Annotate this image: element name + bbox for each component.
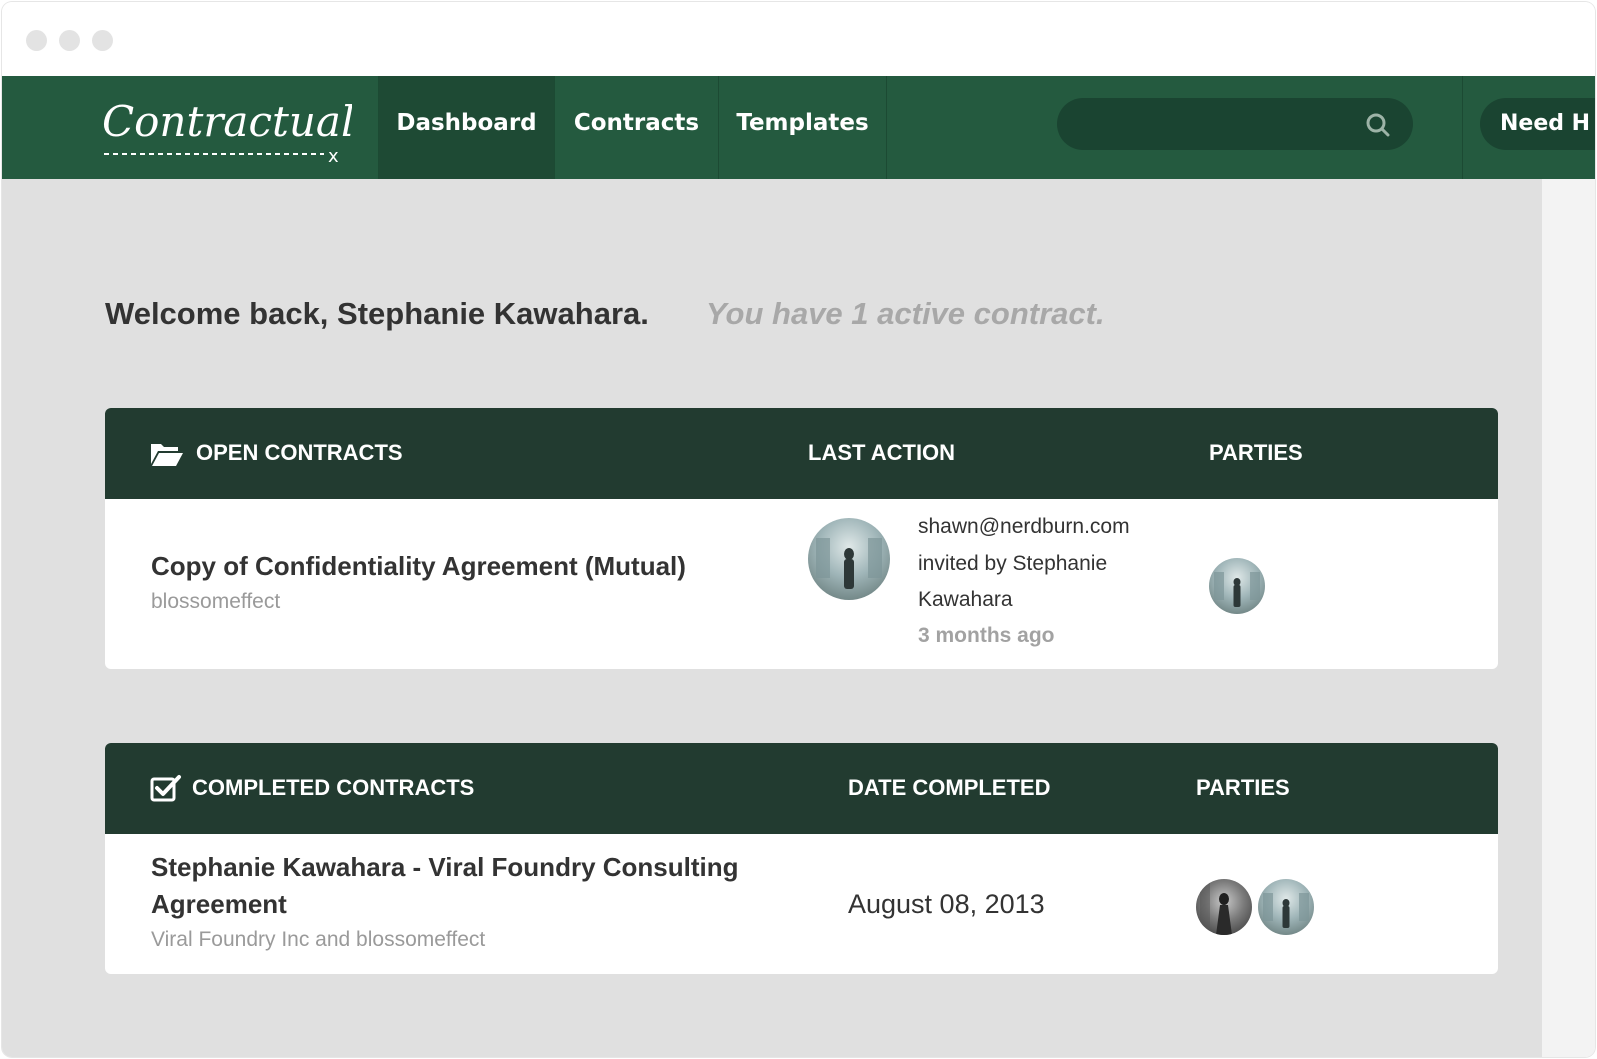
minimize-window-button[interactable] bbox=[59, 30, 80, 51]
window-titlebar bbox=[2, 2, 1595, 76]
contract-title-link[interactable]: Stephanie Kawahara - Viral Foundry Consu… bbox=[151, 849, 739, 886]
date-completed-header: DATE COMPLETED bbox=[848, 775, 1051, 800]
search-input[interactable] bbox=[1057, 98, 1371, 152]
party-avatar[interactable] bbox=[1209, 558, 1265, 614]
open-contracts-panel: OPEN CONTRACTS LAST ACTION PARTIES Copy … bbox=[105, 408, 1498, 669]
checkbox-checked-icon bbox=[150, 775, 181, 802]
tab-dashboard-label: Dashboard bbox=[396, 110, 537, 136]
help-button[interactable]: Need H bbox=[1480, 98, 1595, 150]
help-button-label: Need H bbox=[1500, 111, 1591, 136]
tab-contracts[interactable]: Contracts bbox=[554, 76, 718, 179]
last-action-header: LAST ACTION bbox=[808, 440, 956, 465]
completed-contracts-title: COMPLETED CONTRACTS bbox=[192, 775, 475, 800]
nav-divider bbox=[886, 76, 887, 179]
completed-contracts-panel: COMPLETED CONTRACTS DATE COMPLETED PARTI… bbox=[105, 743, 1498, 974]
maximize-window-button[interactable] bbox=[92, 30, 113, 51]
contract-parties-text: Viral Foundry Inc and blossomeffect bbox=[151, 928, 486, 951]
top-navbar: Contractually x Dashboard Contracts Temp… bbox=[2, 76, 1595, 179]
last-action-line: Kawahara bbox=[918, 588, 1013, 611]
parties-header: PARTIES bbox=[1196, 775, 1290, 800]
folder-open-icon bbox=[151, 444, 183, 466]
logo-wordmark: Contractually bbox=[102, 97, 352, 146]
welcome-heading: Welcome back, Stephanie Kawahara. bbox=[105, 296, 649, 331]
nav-divider bbox=[1462, 76, 1463, 179]
last-action-time: 3 months ago bbox=[918, 624, 1055, 647]
last-action-line: shawn@nerdburn.com bbox=[918, 515, 1130, 538]
contractually-logo[interactable]: Contractually x bbox=[102, 88, 393, 168]
contract-title-link-continued[interactable]: Agreement bbox=[151, 886, 287, 923]
contract-owner: blossomeffect bbox=[151, 590, 281, 613]
search-box bbox=[1057, 98, 1413, 152]
party-avatar[interactable] bbox=[1196, 879, 1252, 935]
logo-mark: x bbox=[328, 146, 339, 167]
date-completed: August 08, 2013 bbox=[848, 889, 1045, 919]
parties-header: PARTIES bbox=[1209, 440, 1303, 465]
tab-templates[interactable]: Templates bbox=[718, 76, 886, 179]
search-icon[interactable] bbox=[1365, 112, 1391, 138]
party-avatar[interactable] bbox=[1258, 879, 1314, 935]
contract-title-link[interactable]: Copy of Confidentiality Agreement (Mutua… bbox=[151, 548, 686, 585]
last-action-line: invited by Stephanie bbox=[918, 552, 1108, 575]
avatar[interactable] bbox=[808, 518, 890, 600]
open-contracts-title: OPEN CONTRACTS bbox=[196, 440, 403, 465]
tab-dashboard[interactable]: Dashboard bbox=[378, 76, 554, 179]
open-contracts-header: OPEN CONTRACTS LAST ACTION PARTIES bbox=[105, 408, 1498, 499]
completed-contracts-header: COMPLETED CONTRACTS DATE COMPLETED PARTI… bbox=[105, 743, 1498, 834]
close-window-button[interactable] bbox=[26, 30, 47, 51]
browser-window: Contractually x Dashboard Contracts Temp… bbox=[2, 2, 1595, 1057]
active-contracts-status: You have 1 active contract. bbox=[706, 296, 1105, 331]
dashboard-content: Welcome back, Stephanie Kawahara. You ha… bbox=[2, 179, 1542, 1057]
scrollbar-track[interactable] bbox=[1542, 179, 1595, 1057]
tab-templates-label: Templates bbox=[736, 110, 869, 136]
tab-contracts-label: Contracts bbox=[573, 110, 700, 136]
